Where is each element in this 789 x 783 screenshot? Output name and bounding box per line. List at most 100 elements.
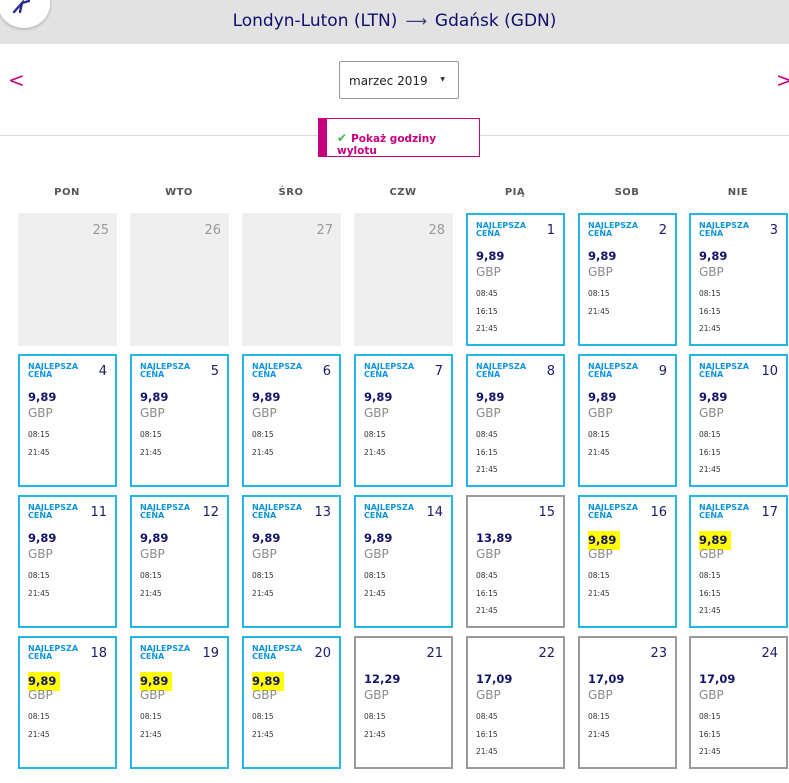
day-number: 25 (92, 223, 109, 238)
best-price-badge: NAJLEPSZA CENA (588, 222, 638, 238)
departure-time: 08:45 (476, 571, 498, 580)
fare-price: 9,89 (28, 531, 57, 545)
calendar-day[interactable]: 2 NAJLEPSZA CENA 9,89 GBP 08:15 21:45 (578, 213, 677, 346)
calendar-day[interactable]: 22 17,09 GBP 08:45 16:15 21:45 (466, 636, 565, 769)
fare-price: 13,89 (476, 531, 513, 545)
departure-times: 08:15 16:15 21:45 (699, 285, 721, 338)
fare-currency: GBP (699, 265, 724, 279)
departure-time: 21:45 (588, 588, 610, 598)
day-number: 24 (761, 646, 778, 661)
best-price-badge: NAJLEPSZA CENA (252, 504, 302, 520)
calendar-day[interactable]: 7 NAJLEPSZA CENA 9,89 GBP 08:15 21:45 (354, 354, 453, 487)
calendar-day[interactable]: 1 NAJLEPSZA CENA 9,89 GBP 08:45 16:15 21:45 (466, 213, 565, 346)
calendar-day[interactable]: 12 NAJLEPSZA CENA 9,89 GBP 08:15 21:45 (130, 495, 229, 628)
departure-time: 08:15 (252, 430, 274, 439)
departure-time: 21:45 (588, 306, 610, 316)
calendar-day[interactable]: 16 NAJLEPSZA CENA 9,89 GBP 08:15 21:45 (578, 495, 677, 628)
departure-time: 08:45 (476, 289, 498, 298)
best-price-badge: NAJLEPSZA CENA (252, 645, 302, 661)
day-number: 9 (658, 364, 667, 379)
departure-time: 21:45 (140, 588, 162, 598)
fare-currency: GBP (28, 406, 53, 420)
departure-time: 16:15 (476, 447, 498, 457)
weekday-label: PON (54, 187, 80, 198)
calendar-day[interactable]: 9 NAJLEPSZA CENA 9,89 GBP 08:15 21:45 (578, 354, 677, 487)
departure-time: 21:45 (699, 747, 721, 756)
departure-time: 21:45 (588, 729, 610, 739)
fare-price: 9,89 (699, 390, 728, 404)
departure-time: 16:15 (476, 729, 498, 739)
calendar-day[interactable]: 8 NAJLEPSZA CENA 9,89 GBP 08:45 16:15 21:45 (466, 354, 565, 487)
departure-time: 08:15 (364, 430, 386, 439)
fare-currency: GBP (476, 406, 501, 420)
fare-price: 9,89 (140, 531, 169, 545)
departure-time: 08:15 (252, 712, 274, 721)
calendar-day[interactable]: 3 NAJLEPSZA CENA 9,89 GBP 08:15 16:15 21:45 (689, 213, 788, 346)
calendar-day[interactable]: 11 NAJLEPSZA CENA 9,89 GBP 08:15 21:45 (18, 495, 117, 628)
month-select[interactable]: marzec 2019 ▼ (339, 61, 459, 99)
weekday-label: ŚRO (278, 187, 304, 198)
calendar-day[interactable]: 4 NAJLEPSZA CENA 9,89 GBP 08:15 21:45 (18, 354, 117, 487)
day-number: 10 (761, 364, 778, 379)
calendar-day[interactable]: 24 17,09 GBP 08:15 16:15 21:45 (689, 636, 788, 769)
fare-currency: GBP (588, 547, 613, 561)
departure-time: 16:15 (699, 588, 721, 598)
route-title: Londyn-Luton (LTN) ⟶ Gdańsk (GDN) (0, 11, 789, 31)
calendar-day[interactable]: 21 12,29 GBP 08:15 21:45 (354, 636, 453, 769)
best-price-badge-line: CENA (28, 370, 53, 379)
departure-times: 08:15 21:45 (252, 708, 274, 743)
day-number: 23 (650, 646, 667, 661)
month-select-value: marzec 2019 (349, 74, 428, 88)
best-price-badge-line: CENA (28, 511, 53, 520)
departure-times: 08:15 21:45 (140, 567, 162, 602)
departure-times: 08:15 21:45 (140, 426, 162, 461)
calendar-day[interactable]: 17 NAJLEPSZA CENA 9,89 GBP 08:15 16:15 21:45 (689, 495, 788, 628)
show-departure-times-button[interactable]: ✔ Pokaż godziny wylotu (318, 118, 480, 157)
departure-time: 08:15 (588, 289, 610, 298)
departure-time: 16:15 (699, 729, 721, 739)
fare-price: 9,89 (588, 390, 617, 404)
best-price-badge: NAJLEPSZA CENA (364, 363, 414, 379)
calendar-day[interactable]: 6 NAJLEPSZA CENA 9,89 GBP 08:15 21:45 (242, 354, 341, 487)
weekday-label: PIĄ (504, 187, 526, 198)
best-price-badge-line: CENA (252, 511, 277, 520)
next-month-button[interactable]: > (776, 70, 789, 90)
fare-price: 9,89 (476, 390, 505, 404)
fare-price: 9,89 (28, 390, 57, 404)
best-price-badge-line: CENA (364, 511, 389, 520)
departure-times: 08:15 21:45 (588, 567, 610, 602)
departure-time: 08:15 (699, 571, 721, 580)
day-number: 17 (761, 505, 778, 520)
departure-time: 08:15 (140, 430, 162, 439)
origin-label: Londyn-Luton (LTN) (232, 11, 398, 31)
previous-month-button[interactable]: < (8, 70, 25, 90)
day-number: 1 (546, 223, 555, 238)
calendar-day[interactable]: 15 13,89 GBP 08:45 16:15 21:45 (466, 495, 565, 628)
calendar-day[interactable]: 14 NAJLEPSZA CENA 9,89 GBP 08:15 21:45 (354, 495, 453, 628)
calendar-day[interactable]: 23 17,09 GBP 08:15 21:45 (578, 636, 677, 769)
fare-currency: GBP (588, 406, 613, 420)
fare-currency: GBP (476, 547, 501, 561)
weekday-label: NIE (727, 187, 749, 198)
header-bar: Londyn-Luton (LTN) ⟶ Gdańsk (GDN) (0, 0, 789, 44)
day-number: 27 (316, 223, 333, 238)
fare-currency: GBP (588, 688, 613, 702)
best-price-badge-line: CENA (140, 370, 165, 379)
departure-times: 08:15 16:15 21:45 (699, 426, 721, 479)
calendar-day[interactable]: 13 NAJLEPSZA CENA 9,89 GBP 08:15 21:45 (242, 495, 341, 628)
departure-times: 08:15 21:45 (588, 708, 610, 743)
calendar-day[interactable]: 18 NAJLEPSZA CENA 9,89 GBP 08:15 21:45 (18, 636, 117, 769)
best-price-badge: NAJLEPSZA CENA (28, 645, 78, 661)
calendar-day[interactable]: 10 NAJLEPSZA CENA 9,89 GBP 08:15 16:15 21:45 (689, 354, 788, 487)
day-number: 16 (650, 505, 667, 520)
day-number: 20 (314, 646, 331, 661)
departure-times: 08:15 21:45 (28, 567, 50, 602)
calendar-day[interactable]: 5 NAJLEPSZA CENA 9,89 GBP 08:15 21:45 (130, 354, 229, 487)
departure-time: 21:45 (476, 747, 498, 756)
fare-price: 9,89 (476, 249, 505, 263)
calendar-day[interactable]: 19 NAJLEPSZA CENA 9,89 GBP 08:15 21:45 (130, 636, 229, 769)
best-price-badge-line: CENA (476, 229, 501, 238)
day-number: 2 (658, 223, 667, 238)
calendar-day[interactable]: 20 NAJLEPSZA CENA 9,89 GBP 08:15 21:45 (242, 636, 341, 769)
best-price-badge: NAJLEPSZA CENA (28, 363, 78, 379)
